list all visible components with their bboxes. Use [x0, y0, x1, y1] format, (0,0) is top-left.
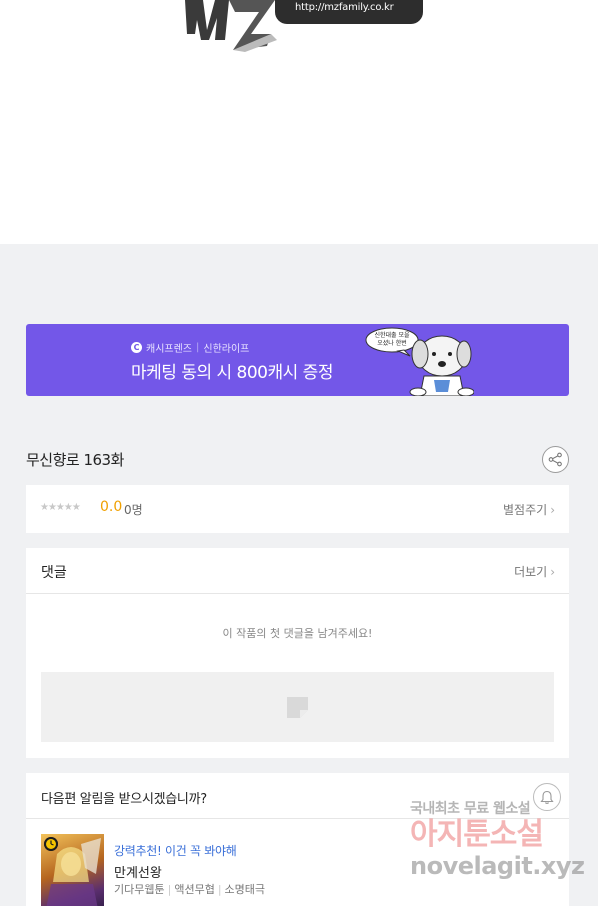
share-button[interactable]	[542, 446, 569, 473]
webtoon-image-tail: http://mzfamily.co.kr	[0, 0, 598, 244]
svg-text:신한대출 모을: 신한대출 모을	[374, 331, 410, 339]
comments-card: 댓글 더보기 › 이 작품의 첫 댓글을 남겨주세요!	[26, 548, 569, 758]
rating-card: ★★★★★ 0.0 0명 별점주기 ›	[26, 485, 569, 533]
comments-empty-message: 이 작품의 첫 댓글을 남겨주세요!	[222, 627, 373, 640]
rating-score: 0.0	[100, 499, 123, 515]
logo-url-text: http://mzfamily.co.kr	[295, 2, 394, 13]
rate-button[interactable]: 별점주기 ›	[503, 501, 555, 518]
notify-button[interactable]	[533, 783, 561, 811]
banner-brand-separator: |	[196, 342, 200, 353]
recommend-meta: 기다무웹툰 | 액션무협 | 소명태극	[114, 881, 265, 897]
next-episode-card: 다음편 알림을 받으시겠습니까? 강력추천! 이건 꼭 봐야해 만계선왕 기다무…	[26, 773, 569, 906]
banner-brand-left: 캐시프렌즈	[146, 344, 192, 355]
meta-separator: |	[167, 883, 172, 896]
image-placeholder-icon	[287, 697, 308, 718]
recommend-title[interactable]: 만계선왕	[114, 862, 162, 881]
meta-separator: |	[217, 883, 222, 896]
comment-ad-placeholder[interactable]	[41, 672, 554, 742]
divider	[26, 593, 569, 594]
mz-logo: http://mzfamily.co.kr	[185, 0, 425, 52]
recommend-cover-art	[46, 838, 101, 906]
recommend-thumbnail[interactable]	[41, 834, 104, 906]
chevron-right-icon: ›	[550, 503, 555, 517]
comments-more-label: 더보기	[514, 565, 548, 579]
chevron-right-icon: ›	[550, 565, 555, 579]
comments-more-button[interactable]: 더보기 ›	[514, 563, 555, 580]
dog-mascot-icon: 신한대출 모을 오셨나 한번	[365, 327, 474, 396]
banner-brand-right: 신한라이프	[203, 344, 250, 355]
rate-button-label: 별점주기	[503, 503, 548, 517]
cashfriends-icon: C	[131, 342, 142, 353]
comments-heading: 댓글	[41, 565, 67, 581]
share-icon	[548, 452, 562, 467]
next-episode-heading: 다음편 알림을 받으시겠습니까?	[41, 792, 207, 807]
banner-title: 마케팅 동의 시 800캐시 증정	[131, 363, 333, 383]
rating-count: 0명	[124, 503, 143, 517]
recommend-meta-category: 기다무웹툰	[114, 883, 165, 896]
episode-title: 무신향로 163화	[26, 451, 124, 469]
ad-banner[interactable]: C 캐시프렌즈 | 신한라이프 마케팅 동의 시 800캐시 증정 신한대출 모…	[26, 324, 569, 396]
banner-brand: C 캐시프렌즈 | 신한라이프	[131, 340, 249, 355]
recommend-meta-author: 소명태극	[224, 883, 266, 896]
rating-stars[interactable]: ★★★★★	[40, 502, 81, 513]
svg-text:오셨나 한번: 오셨나 한번	[377, 339, 407, 347]
recommend-meta-genre: 액션무협	[174, 883, 215, 896]
recommend-label: 강력추천! 이건 꼭 봐야해	[114, 844, 237, 858]
divider	[26, 818, 569, 819]
bell-icon	[540, 790, 554, 804]
